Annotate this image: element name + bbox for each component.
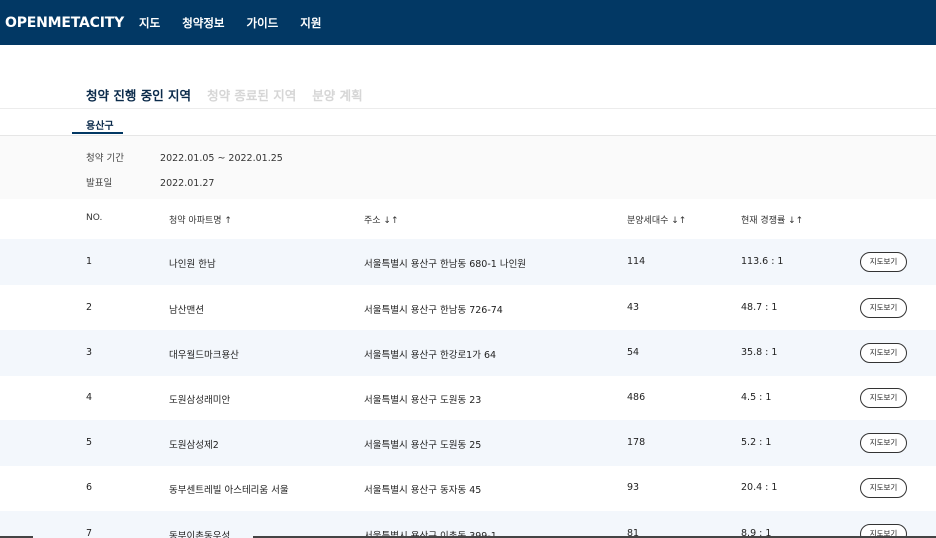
- brand-logo[interactable]: OPENMETACITY: [5, 15, 124, 31]
- view-map-button[interactable]: 지도보기: [860, 388, 907, 408]
- period-value: 2022.01.05 ~ 2022.01.25: [160, 153, 283, 164]
- table-row: 7 동부이촌동우성 서울특별시 용산구 이촌동 399-1 81 8.9 : 1…: [0, 511, 936, 538]
- row-apartment-name: 동부이촌동우성: [169, 531, 231, 538]
- row-competition: 5.2 : 1: [741, 437, 772, 448]
- row-no: 6: [86, 482, 93, 493]
- row-units: 43: [627, 302, 640, 313]
- nav-item-map[interactable]: 지도: [139, 15, 160, 31]
- view-map-button[interactable]: 지도보기: [860, 433, 907, 453]
- top-navbar: OPENMETACITY 지도 청약정보 가이드 지원: [0, 0, 936, 45]
- row-no: 4: [86, 392, 93, 403]
- period-label: 청약 기간: [86, 153, 124, 164]
- row-units: 486: [627, 392, 646, 403]
- announce-label: 발표일: [86, 178, 113, 189]
- row-address: 서울특별시 용산구 도원동 25: [364, 440, 482, 451]
- row-competition: 4.5 : 1: [741, 392, 772, 403]
- row-competition: 113.6 : 1: [741, 256, 784, 267]
- row-apartment-name: 남산맨션: [169, 305, 204, 316]
- table-row: 1 나인원 한남 서울특별시 용산구 한남동 680-1 나인원 114 113…: [0, 239, 936, 285]
- row-no: 5: [86, 437, 93, 448]
- tab-closed[interactable]: 청약 종료된 지역: [207, 85, 296, 104]
- header-name-sort[interactable]: 청약 아파트명 ↑: [169, 213, 232, 226]
- district-tab-yongsan[interactable]: 용산구: [86, 117, 114, 132]
- nav-item-guide[interactable]: 가이드: [247, 15, 279, 31]
- row-address: 서울특별시 용산구 한강로1가 64: [364, 350, 497, 361]
- table-row: 6 동부센트레빌 아스테리움 서울 서울특별시 용산구 동자동 45 93 20…: [0, 465, 936, 511]
- row-apartment-name: 대우월드마크용산: [169, 350, 239, 361]
- row-apartment-name: 동부센트레빌 아스테리움 서울: [169, 485, 289, 496]
- row-apartment-name: 나인원 한남: [169, 259, 216, 270]
- row-address: 서울특별시 용산구 한남동 726-74: [364, 305, 503, 316]
- row-address: 서울특별시 용산구 도원동 23: [364, 395, 482, 406]
- period-row: 청약 기간 2022.01.05 ~ 2022.01.25: [86, 150, 283, 164]
- status-tabs: 청약 진행 중인 지역 청약 종료된 지역 분양 계획: [86, 85, 379, 104]
- row-units: 54: [627, 347, 640, 358]
- view-map-button[interactable]: 지도보기: [860, 252, 907, 272]
- row-no: 2: [86, 302, 93, 313]
- view-map-button[interactable]: 지도보기: [860, 478, 907, 498]
- row-no: 7: [86, 528, 93, 538]
- row-units: 178: [627, 437, 646, 448]
- table-row: 2 남산맨션 서울특별시 용산구 한남동 726-74 43 48.7 : 1 …: [0, 285, 936, 331]
- nav-item-subscription-info[interactable]: 청약정보: [182, 15, 224, 31]
- row-address: 서울특별시 용산구 동자동 45: [364, 485, 482, 496]
- row-no: 1: [86, 256, 93, 267]
- nav-item-support[interactable]: 지원: [300, 15, 321, 31]
- header-no: NO.: [86, 213, 103, 223]
- table-row: 5 도원삼성제2 서울특별시 용산구 도원동 25 178 5.2 : 1 지도…: [0, 420, 936, 466]
- header-units-sort[interactable]: 분양세대수 ↓↑: [627, 213, 686, 226]
- district-tab-underline: [72, 132, 123, 134]
- row-competition: 35.8 : 1: [741, 347, 778, 358]
- tab-planned[interactable]: 분양 계획: [312, 85, 362, 104]
- view-map-button[interactable]: 지도보기: [860, 298, 907, 318]
- row-apartment-name: 도원삼성래미안: [169, 395, 231, 406]
- row-competition: 48.7 : 1: [741, 302, 778, 313]
- row-units: 114: [627, 256, 646, 267]
- row-units: 93: [627, 482, 640, 493]
- view-map-button[interactable]: 지도보기: [860, 343, 907, 363]
- announce-value: 2022.01.27: [160, 178, 215, 189]
- table-header: NO. 청약 아파트명 ↑ 주소 ↓↑ 분양세대수 ↓↑ 현재 경쟁률 ↓↑: [0, 199, 936, 239]
- table-row: 4 도원삼성래미안 서울특별시 용산구 도원동 23 486 4.5 : 1 지…: [0, 375, 936, 421]
- header-competition-sort[interactable]: 현재 경쟁률 ↓↑: [741, 213, 803, 226]
- row-address: 서울특별시 용산구 한남동 680-1 나인원: [364, 259, 527, 270]
- subscription-info-box: 청약 기간 2022.01.05 ~ 2022.01.25 발표일 2022.0…: [0, 136, 936, 199]
- row-apartment-name: 도원삼성제2: [169, 440, 219, 451]
- row-competition: 20.4 : 1: [741, 482, 778, 493]
- announce-row: 발표일 2022.01.27: [86, 175, 214, 189]
- header-address-sort[interactable]: 주소 ↓↑: [364, 213, 399, 226]
- row-no: 3: [86, 347, 93, 358]
- table-row: 3 대우월드마크용산 서울특별시 용산구 한강로1가 64 54 35.8 : …: [0, 330, 936, 376]
- tabs-divider: [0, 108, 936, 109]
- tab-in-progress[interactable]: 청약 진행 중인 지역: [86, 85, 191, 104]
